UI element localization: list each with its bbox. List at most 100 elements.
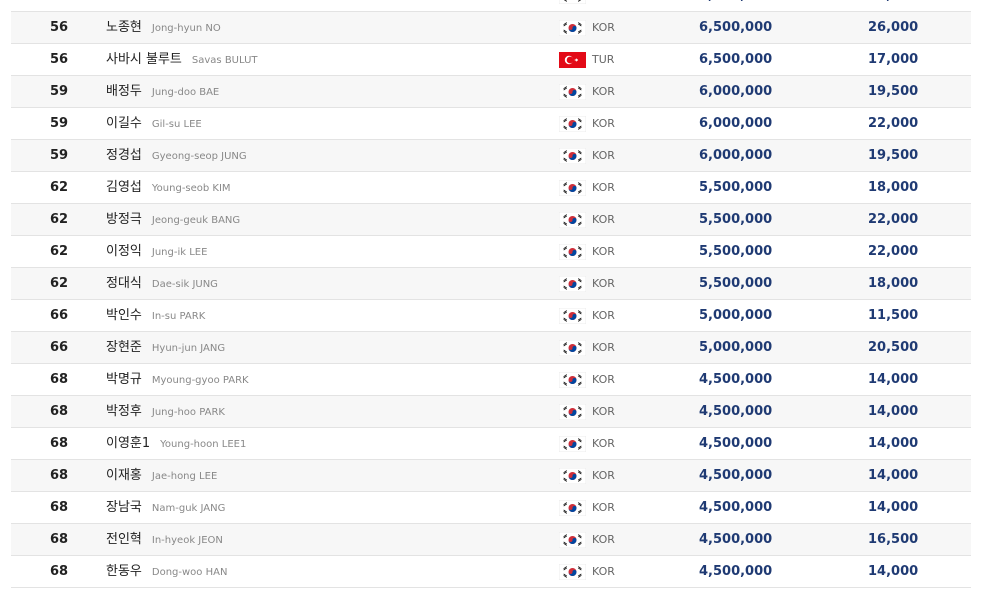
points-cell: 19,500 <box>868 84 919 99</box>
player-name-cell[interactable]: 이길수 Gil-su LEE <box>106 108 202 139</box>
rank-cell: 62 <box>49 180 69 195</box>
prize-money-cell: 5,500,000 <box>699 180 773 195</box>
rank-cell: 66 <box>49 308 69 323</box>
player-name-korean[interactable]: 이길수 <box>106 116 142 131</box>
korea-flag-icon <box>558 0 587 5</box>
player-name-korean[interactable]: 박인수 <box>106 308 142 323</box>
table-row[interactable]: 66 박인수 In-su PARK KOR 5,000,000 11,500 <box>11 300 971 332</box>
player-name-cell[interactable]: 장현준 Hyun-jun JANG <box>106 332 225 363</box>
table-row[interactable]: 68 전인혁 In-hyeok JEON KOR 4,500,000 16,500 <box>11 524 971 556</box>
player-name-english: In-su PARK <box>151 311 206 322</box>
player-name-korean[interactable]: 사바시 불루트 <box>106 52 182 67</box>
player-name-korean[interactable]: 이재홍 <box>106 468 142 483</box>
player-name-cell[interactable]: 박명규 Myoung-gyoo PARK <box>106 364 249 395</box>
table-row[interactable]: 56 KOR 6,500,000 26,000 <box>11 0 971 12</box>
player-name-korean[interactable]: 방정극 <box>106 212 142 227</box>
table-row[interactable]: 68 박정후 Jung-hoo PARK KOR 4,500,000 14,000 <box>11 396 971 428</box>
korea-flag-icon <box>558 403 587 421</box>
table-row[interactable]: 68 이재홍 Jae-hong LEE KOR 4,500,000 14,000 <box>11 460 971 492</box>
player-name-english: Gil-su LEE <box>151 119 202 130</box>
rank-cell: 62 <box>49 244 69 259</box>
prize-money-cell: 4,500,000 <box>699 404 773 419</box>
player-name-korean[interactable]: 배정두 <box>106 84 142 99</box>
player-name-korean[interactable]: 정대식 <box>106 276 142 291</box>
rank-cell: 68 <box>49 500 69 515</box>
table-row[interactable]: 59 정경섭 Gyeong-seop JUNG KOR 6,000,000 19,… <box>11 140 971 172</box>
player-name-cell[interactable]: 박인수 In-su PARK <box>106 300 205 331</box>
prize-money-cell: 6,000,000 <box>699 116 773 131</box>
player-name-korean[interactable]: 노종현 <box>106 20 142 35</box>
player-name-korean[interactable]: 이정익 <box>106 244 142 259</box>
korea-flag-icon <box>558 435 587 453</box>
player-name-english: Jeong-geuk BANG <box>151 215 241 226</box>
table-row[interactable]: 66 장현준 Hyun-jun JANG KOR 5,000,000 20,500 <box>11 332 971 364</box>
player-name-cell[interactable]: 배정두 Jung-doo BAE <box>106 76 219 107</box>
player-name-cell[interactable] <box>106 0 116 11</box>
player-name-cell[interactable]: 이재홍 Jae-hong LEE <box>106 460 217 491</box>
country-code: KOR <box>592 213 615 226</box>
player-name-korean[interactable]: 한동우 <box>106 564 142 579</box>
turkey-flag-icon <box>559 52 586 68</box>
table-row[interactable]: 62 정대식 Dae-sik JUNG KOR 5,500,000 18,000 <box>11 268 971 300</box>
country-code: KOR <box>592 0 615 11</box>
points-cell: 14,000 <box>868 500 919 515</box>
player-name-korean[interactable]: 박명규 <box>106 372 142 387</box>
points-cell: 22,000 <box>868 244 919 259</box>
points-cell: 20,500 <box>868 340 919 355</box>
points-cell: 22,000 <box>868 116 919 131</box>
table-row[interactable]: 59 이길수 Gil-su LEE KOR 6,000,000 22,000 <box>11 108 971 140</box>
points-cell: 18,000 <box>868 180 919 195</box>
table-row[interactable]: 68 장남국 Nam-guk JANG KOR 4,500,000 14,000 <box>11 492 971 524</box>
korea-flag-icon <box>558 147 587 165</box>
player-name-cell[interactable]: 정경섭 Gyeong-seop JUNG <box>106 140 247 171</box>
prize-money-cell: 5,500,000 <box>699 212 773 227</box>
player-name-cell[interactable]: 박정후 Jung-hoo PARK <box>106 396 225 427</box>
player-name-cell[interactable]: 사바시 불루트 Savas BULUT <box>106 44 258 75</box>
table-row[interactable]: 56 노종현 Jong-hyun NO KOR 6,500,000 26,000 <box>11 12 971 44</box>
table-row[interactable]: 68 박명규 Myoung-gyoo PARK KOR 4,500,000 14,… <box>11 364 971 396</box>
table-row[interactable]: 56 사바시 불루트 Savas BULUT TUR 6,500,000 17,0… <box>11 44 971 76</box>
rank-cell: 59 <box>49 116 69 131</box>
prize-money-cell: 6,000,000 <box>699 148 773 163</box>
points-cell: 16,500 <box>868 532 919 547</box>
prize-money-cell: 4,500,000 <box>699 468 773 483</box>
player-name-cell[interactable]: 한동우 Dong-woo HAN <box>106 556 227 587</box>
table-row[interactable]: 62 방정극 Jeong-geuk BANG KOR 5,500,000 22,0… <box>11 204 971 236</box>
country-code: KOR <box>592 373 615 386</box>
player-name-cell[interactable]: 장남국 Nam-guk JANG <box>106 492 225 523</box>
ranking-table: 56 KOR 6,500,000 26,000 56 노종현 Jong-hyun … <box>11 0 971 588</box>
country-code: KOR <box>592 277 615 290</box>
player-name-korean[interactable]: 박정후 <box>106 404 142 419</box>
prize-money-cell: 4,500,000 <box>699 436 773 451</box>
player-name-cell[interactable]: 전인혁 In-hyeok JEON <box>106 524 223 555</box>
player-name-cell[interactable]: 김영섭 Young-seob KIM <box>106 172 231 203</box>
player-name-cell[interactable]: 이영훈1 Young-hoon LEE1 <box>106 428 246 459</box>
player-name-cell[interactable]: 정대식 Dae-sik JUNG <box>106 268 218 299</box>
table-row[interactable]: 59 배정두 Jung-doo BAE KOR 6,000,000 19,500 <box>11 76 971 108</box>
prize-money-cell: 4,500,000 <box>699 372 773 387</box>
table-row[interactable]: 62 이정익 Jung-ik LEE KOR 5,500,000 22,000 <box>11 236 971 268</box>
points-cell: 11,500 <box>868 308 919 323</box>
player-name-korean[interactable]: 정경섭 <box>106 148 142 163</box>
player-name-english: Jung-hoo PARK <box>151 407 225 418</box>
country-code: KOR <box>592 501 615 514</box>
player-name-cell[interactable]: 노종현 Jong-hyun NO <box>106 12 221 43</box>
player-name-korean[interactable]: 장현준 <box>106 340 142 355</box>
country-code: KOR <box>592 437 615 450</box>
player-name-korean[interactable]: 전인혁 <box>106 532 142 547</box>
player-name-korean[interactable]: 김영섭 <box>106 180 142 195</box>
player-name-cell[interactable]: 방정극 Jeong-geuk BANG <box>106 204 240 235</box>
player-name-korean[interactable]: 장남국 <box>106 500 142 515</box>
rank-cell: 68 <box>49 564 69 579</box>
table-row[interactable]: 62 김영섭 Young-seob KIM KOR 5,500,000 18,00… <box>11 172 971 204</box>
rank-cell: 68 <box>49 532 69 547</box>
player-name-cell[interactable]: 이정익 Jung-ik LEE <box>106 236 207 267</box>
player-name-korean[interactable]: 이영훈1 <box>106 436 150 451</box>
table-row[interactable]: 68 이영훈1 Young-hoon LEE1 KOR 4,500,000 14,… <box>11 428 971 460</box>
rank-cell: 59 <box>49 148 69 163</box>
rank-cell: 68 <box>49 372 69 387</box>
country-code: KOR <box>592 469 615 482</box>
rank-cell: 68 <box>49 468 69 483</box>
korea-flag-icon <box>558 531 587 549</box>
table-row[interactable]: 68 한동우 Dong-woo HAN KOR 4,500,000 14,000 <box>11 556 971 588</box>
